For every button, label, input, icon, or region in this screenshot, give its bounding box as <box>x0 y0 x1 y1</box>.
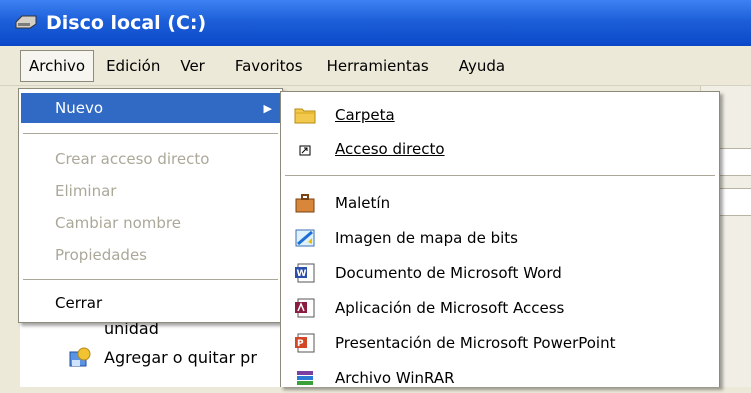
drive-icon <box>14 12 38 34</box>
menu-item-cambiar-nombre[interactable]: Cambiar nombre <box>21 208 280 238</box>
menu-archivo[interactable]: Archivo <box>20 49 95 82</box>
svg-text:W: W <box>297 269 307 279</box>
svg-text:P: P <box>297 339 304 349</box>
submenu-arrow-icon: ▶ <box>263 101 272 115</box>
menu-item-cerrar[interactable]: Cerrar <box>21 288 280 318</box>
menu-separator <box>23 279 278 280</box>
bitmap-icon <box>294 228 316 248</box>
menu-herramientas[interactable]: Herramientas <box>319 51 437 81</box>
winrar-icon <box>294 368 316 388</box>
menu-edicion[interactable]: Edición <box>98 51 168 81</box>
submenu-item-winrar[interactable]: Archivo WinRAR <box>283 363 717 393</box>
submenu-item-powerpoint[interactable]: P Presentación de Microsoft PowerPoint <box>283 328 717 358</box>
submenu-item-label: Carpeta <box>335 106 395 124</box>
menu-separator <box>285 175 715 176</box>
menu-item-label: Nuevo <box>55 99 104 117</box>
menu-item-nuevo[interactable]: Nuevo ▶ <box>21 93 280 123</box>
folder-icon <box>294 105 316 125</box>
submenu-item-acceso-directo[interactable]: Acceso directo <box>283 134 717 164</box>
add-remove-programs-link[interactable]: Agregar o quitar pr <box>104 348 257 367</box>
menu-item-propiedades[interactable]: Propiedades <box>21 240 280 270</box>
shortcut-icon <box>294 139 316 159</box>
submenu-item-maletin[interactable]: Maletín <box>283 188 717 218</box>
submenu-item-label: Imagen de mapa de bits <box>335 229 518 247</box>
submenu-item-label: Maletín <box>335 194 391 212</box>
menu-ver[interactable]: Ver <box>172 51 213 81</box>
window-title: Disco local (C:) <box>46 12 207 34</box>
submenu-item-word[interactable]: W Documento de Microsoft Word <box>283 258 717 288</box>
submenu-item-label: Presentación de Microsoft PowerPoint <box>335 334 616 352</box>
submenu-item-label: Documento de Microsoft Word <box>335 264 562 282</box>
menu-ayuda[interactable]: Ayuda <box>451 51 513 81</box>
menu-item-crear-acceso-directo[interactable]: Crear acceso directo <box>21 144 280 174</box>
archivo-menu: Nuevo ▶ Crear acceso directo Eliminar Ca… <box>18 88 283 323</box>
powerpoint-icon: P <box>294 333 316 353</box>
menu-item-eliminar[interactable]: Eliminar <box>21 176 280 206</box>
submenu-item-label: Acceso directo <box>335 140 445 158</box>
submenu-item-carpeta[interactable]: Carpeta <box>283 100 717 130</box>
submenu-item-access[interactable]: Aplicación de Microsoft Access <box>283 293 717 323</box>
briefcase-icon <box>294 193 316 213</box>
submenu-item-label: Archivo WinRAR <box>335 369 455 387</box>
submenu-item-mapa-de-bits[interactable]: Imagen de mapa de bits <box>283 223 717 253</box>
nuevo-submenu: Carpeta Acceso directo Maletín Imagen de… <box>280 91 720 387</box>
menu-bar: Archivo Edición Ver Favoritos Herramient… <box>0 46 751 86</box>
menu-favoritos[interactable]: Favoritos <box>227 51 311 81</box>
submenu-item-label: Aplicación de Microsoft Access <box>335 299 565 317</box>
title-bar: Disco local (C:) <box>0 0 751 46</box>
menu-separator <box>23 133 278 134</box>
access-icon <box>294 298 316 318</box>
word-icon: W <box>294 263 316 283</box>
add-remove-programs-icon <box>68 346 92 374</box>
